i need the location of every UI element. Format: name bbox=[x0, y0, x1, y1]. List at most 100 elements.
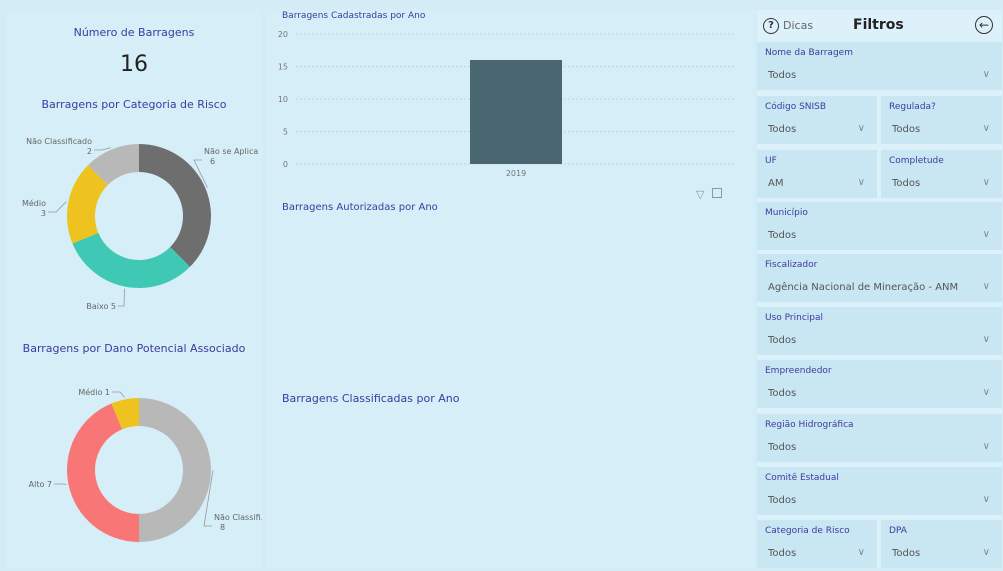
donut-slice-n-o-classifi-[interactable] bbox=[139, 398, 211, 542]
donut-slice-baixo[interactable] bbox=[72, 232, 190, 288]
y-tick-label: 20 bbox=[278, 30, 288, 39]
risk-donut-chart[interactable]: Não se Aplica 6 Baixo 5 Médio 3 Não Classific… bbox=[6, 120, 262, 330]
slicer-dropdown[interactable]: AM ∨ bbox=[763, 174, 871, 194]
slicer-regulada: Regulada? Todos ∨ bbox=[881, 96, 1002, 144]
kpi-title: Número de Barragens bbox=[73, 26, 195, 39]
filter-icon[interactable]: ▽ bbox=[696, 188, 704, 201]
chevron-down-icon[interactable]: ∨ bbox=[858, 177, 865, 188]
slicer-uf: UF AM ∨ bbox=[757, 150, 877, 198]
help-icon[interactable]: ? bbox=[763, 18, 779, 34]
slicer-categoria: Categoria de Risco Todos ∨ bbox=[757, 520, 877, 568]
slice-label: Não se Aplica 6 bbox=[204, 147, 258, 166]
slicer-dropdown[interactable]: Todos ∨ bbox=[763, 331, 996, 351]
y-tick-label: 0 bbox=[283, 160, 288, 169]
slicer-dropdown[interactable]: Todos ∨ bbox=[887, 174, 996, 194]
slicer-dropdown[interactable]: Todos ∨ bbox=[763, 66, 996, 86]
slicer-dropdown[interactable]: Todos ∨ bbox=[763, 384, 996, 404]
slicer-label: Empreendedor bbox=[765, 366, 832, 376]
chevron-down-icon[interactable]: ∨ bbox=[983, 69, 990, 80]
slicer-codigo: Código SNISB Todos ∨ bbox=[757, 96, 877, 144]
classificadas-title: Barragens Classificadas por Ano bbox=[282, 392, 460, 405]
slicer-label: Fiscalizador bbox=[765, 260, 818, 270]
chevron-down-icon[interactable]: ∨ bbox=[983, 494, 990, 505]
risk-chart-title: Barragens por Categoria de Risco bbox=[41, 98, 227, 111]
donut-slice-n-o-se-aplica[interactable] bbox=[139, 144, 211, 267]
chevron-down-icon[interactable]: ∨ bbox=[983, 334, 990, 345]
slicer-value: Todos bbox=[892, 178, 921, 189]
slicer-value: Todos bbox=[892, 124, 921, 135]
filters-title: Filtros bbox=[853, 17, 904, 33]
slicer-value: Todos bbox=[768, 70, 797, 81]
slicer-label: Nome da Barragem bbox=[765, 48, 853, 58]
chevron-down-icon[interactable]: ∨ bbox=[983, 177, 990, 188]
back-arrow-icon[interactable]: ← bbox=[975, 16, 993, 34]
chevron-down-icon[interactable]: ∨ bbox=[983, 123, 990, 134]
slicer-empreendedor: Empreendedor Todos ∨ bbox=[757, 360, 1002, 408]
slice-label: Médio 1 bbox=[78, 387, 110, 397]
chevron-down-icon[interactable]: ∨ bbox=[983, 387, 990, 398]
slicer-fiscalizador: Fiscalizador Agência Nacional de Mineraçã… bbox=[757, 254, 1002, 302]
slicer-nome: Nome da Barragem Todos ∨ bbox=[757, 42, 1002, 90]
y-tick-label: 5 bbox=[283, 128, 288, 137]
slicer-value: Todos bbox=[768, 548, 797, 559]
slice-label: Alto 7 bbox=[29, 480, 52, 489]
kpi-value: 16 bbox=[120, 52, 148, 77]
slicer-dropdown[interactable]: Todos ∨ bbox=[887, 120, 996, 140]
slicer-value: Todos bbox=[892, 548, 921, 559]
slicer-value: Todos bbox=[768, 230, 797, 241]
slicer-value: Todos bbox=[768, 388, 797, 399]
slicer-dropdown[interactable]: Todos ∨ bbox=[763, 544, 871, 564]
chevron-down-icon[interactable]: ∨ bbox=[858, 123, 865, 134]
dpa-donut-chart[interactable]: Não Classifi...8 Alto 7 Médio 1 bbox=[6, 366, 262, 566]
leader-line bbox=[94, 147, 111, 151]
y-tick-label: 10 bbox=[278, 95, 288, 104]
leader-line bbox=[48, 201, 67, 213]
bar-2019[interactable] bbox=[470, 60, 562, 164]
chevron-down-icon[interactable]: ∨ bbox=[983, 547, 990, 558]
slicer-label: Uso Principal bbox=[765, 313, 823, 323]
slicer-dropdown[interactable]: Agência Nacional de Mineração - ANM ∨ bbox=[763, 278, 996, 298]
slicer-dropdown[interactable]: Todos ∨ bbox=[763, 438, 996, 458]
slice-label: Baixo 5 bbox=[86, 302, 116, 311]
slicer-value: Todos bbox=[768, 335, 797, 346]
slicer-label: Completude bbox=[889, 156, 944, 166]
slicer-label: Região Hidrográfica bbox=[765, 420, 854, 430]
slicer-value: Agência Nacional de Mineração - ANM bbox=[768, 282, 959, 293]
slicer-completude: Completude Todos ∨ bbox=[881, 150, 1002, 198]
slicer-regiao: Região Hidrográfica Todos ∨ bbox=[757, 414, 1002, 462]
focus-mode-icon[interactable] bbox=[712, 188, 722, 198]
slicer-dropdown[interactable]: Todos ∨ bbox=[887, 544, 996, 564]
slice-label: Médio 3 bbox=[22, 198, 46, 218]
slicer-dropdown[interactable]: Todos ∨ bbox=[763, 120, 871, 140]
slicer-comite: Comitê Estadual Todos ∨ bbox=[757, 467, 1002, 515]
slicer-label: DPA bbox=[889, 526, 907, 536]
slicer-dropdown[interactable]: Todos ∨ bbox=[763, 226, 996, 246]
classificadas-chart-area[interactable] bbox=[282, 410, 742, 560]
slicer-label: Código SNISB bbox=[765, 102, 827, 112]
slicer-value: Todos bbox=[768, 124, 797, 135]
y-tick-label: 15 bbox=[278, 63, 288, 72]
slicer-dropdown[interactable]: Todos ∨ bbox=[763, 491, 996, 511]
dicas-label[interactable]: Dicas bbox=[783, 19, 813, 32]
left-panel: Número de Barragens 16 Barragens por Cat… bbox=[6, 10, 262, 568]
slicer-label: Comitê Estadual bbox=[765, 473, 839, 483]
middle-panel: Barragens Cadastradas por Ano 0 5 10 15 20 20… bbox=[266, 10, 754, 568]
chevron-down-icon[interactable]: ∨ bbox=[983, 281, 990, 292]
filters-header: ? Dicas Filtros ← bbox=[757, 16, 1002, 42]
leader-line bbox=[118, 288, 125, 307]
autorizadas-chart-area[interactable] bbox=[282, 220, 742, 380]
slicer-value: Todos bbox=[768, 495, 797, 506]
cadastradas-bar-chart[interactable]: 0 5 10 15 20 2019 bbox=[266, 24, 754, 192]
chevron-down-icon[interactable]: ∨ bbox=[983, 229, 990, 240]
chevron-down-icon[interactable]: ∨ bbox=[858, 547, 865, 558]
dpa-chart-title: Barragens por Dano Potencial Associado bbox=[22, 342, 246, 355]
slicer-label: Município bbox=[765, 208, 808, 218]
slicer-municipio: Município Todos ∨ bbox=[757, 202, 1002, 250]
cadastradas-title: Barragens Cadastradas por Ano bbox=[282, 11, 426, 21]
filters-panel: ? Dicas Filtros ← Nome da Barragem Todos ∨… bbox=[757, 10, 1002, 568]
chevron-down-icon[interactable]: ∨ bbox=[983, 441, 990, 452]
leader-line bbox=[112, 391, 125, 398]
slicer-label: Categoria de Risco bbox=[765, 526, 850, 536]
slice-label: Não Classifi...8 bbox=[214, 513, 262, 532]
slice-label: Não Classificado 2 bbox=[26, 137, 92, 156]
